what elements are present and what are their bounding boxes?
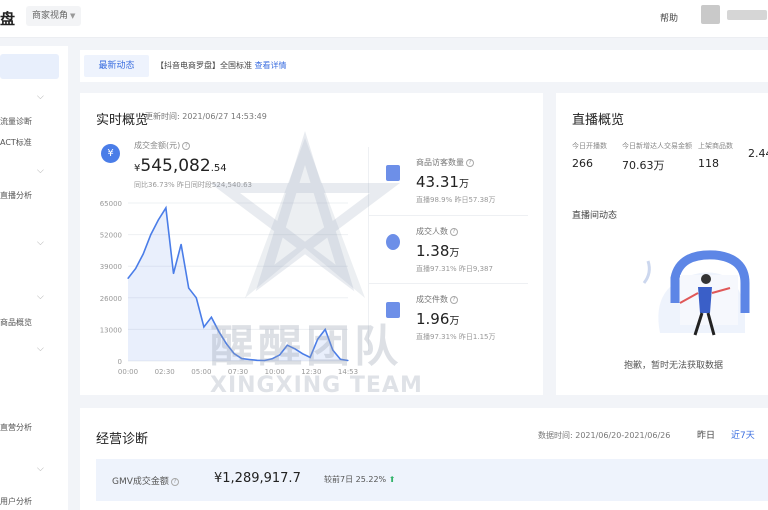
live-stat: 今日开播数 266 bbox=[572, 142, 607, 170]
chevron-down-icon: ▼ bbox=[70, 12, 76, 20]
live-stat: 2.44 bbox=[748, 147, 768, 160]
help-icon[interactable]: ? bbox=[450, 295, 458, 304]
sidebar-item-active[interactable] bbox=[0, 54, 59, 79]
y-tick-label: 26000 bbox=[100, 295, 122, 303]
metric-label: 商品访客数量? bbox=[416, 157, 474, 168]
buyer-icon bbox=[386, 234, 400, 250]
chevron-down-icon[interactable]: ⌵ bbox=[37, 166, 44, 176]
live-dynamics-title: 直播间动态 bbox=[572, 211, 618, 221]
metric-subtext: 直播98.9% 昨日57.38万 bbox=[416, 196, 496, 204]
update-time: 更新时间: 2021/06/27 14:53:49 bbox=[145, 112, 267, 121]
help-icon[interactable]: ? bbox=[466, 158, 474, 167]
help-link[interactable]: 帮助 bbox=[660, 11, 678, 24]
data-point bbox=[203, 326, 205, 328]
data-point bbox=[180, 243, 182, 245]
last-7-days-button[interactable]: 近7天 bbox=[731, 428, 755, 441]
chevron-down-icon[interactable]: ⌵ bbox=[37, 292, 44, 302]
data-point bbox=[195, 297, 197, 299]
shop-selector-label: 商家视角 bbox=[32, 11, 69, 21]
shop-selector[interactable]: 商家视角 ▼ bbox=[26, 6, 82, 26]
diag-gmv-label: GMV成交金额? bbox=[112, 474, 179, 487]
metric-value: 1.96万 bbox=[416, 310, 460, 328]
help-icon[interactable]: ? bbox=[450, 227, 458, 236]
gmv-subtext: 同比36.73% 昨日同时段524,540.63 bbox=[134, 181, 252, 189]
logo-text: 盘 bbox=[0, 10, 16, 28]
realtime-title: 实时概览 bbox=[96, 113, 149, 128]
live-title: 直播概览 bbox=[572, 113, 625, 128]
x-tick-label: 02:30 bbox=[155, 368, 175, 376]
sidebar-item-traffic[interactable]: 流量诊断 bbox=[0, 116, 32, 127]
watermark-cn: 醒醒团队 bbox=[210, 321, 402, 372]
metric-subtext: 直播97.31% 昨日9,387 bbox=[416, 265, 493, 273]
sidebar-item-act[interactable]: ACT标准 bbox=[0, 137, 32, 148]
x-tick-label: 05:00 bbox=[191, 368, 211, 376]
diag-compare: 较前7日 25.22% ⬆ bbox=[324, 475, 396, 484]
sidebar: ⌵ 流量诊断 ACT标准 ⌵ 直播分析 ⌵ ⌵ 商品概览 ⌵ 直营分析 ⌵ 用户… bbox=[0, 46, 68, 510]
metric-visitors: 商品访客数量? 43.31万 直播98.9% 昨日57.38万 bbox=[368, 147, 528, 215]
data-point bbox=[127, 277, 129, 279]
business-diagnosis-card: 经营诊断 数据时间: 2021/06/20-2021/06/26 昨日 近7天 … bbox=[80, 408, 768, 510]
visitor-icon bbox=[386, 165, 400, 181]
metric-label: 成交件数? bbox=[416, 294, 458, 305]
data-point bbox=[172, 272, 175, 275]
y-tick-label: 52000 bbox=[100, 232, 122, 240]
data-point bbox=[157, 219, 159, 221]
live-empty-text: 抱歉，暂时无法获取数据 bbox=[624, 361, 724, 371]
gmv-diagnosis-row: GMV成交金额? ¥1,289,917.7 较前7日 25.22% ⬆ bbox=[96, 459, 768, 501]
yuan-icon: ¥ bbox=[101, 144, 120, 163]
username-blurred[interactable] bbox=[727, 10, 767, 20]
data-point bbox=[165, 207, 167, 209]
sidebar-item-live[interactable]: 直播分析 bbox=[0, 190, 32, 201]
y-tick-label: 39000 bbox=[100, 263, 122, 271]
live-stat: 今日新增达人交易金额 70.63万 bbox=[622, 142, 692, 172]
gmv-value: ¥545,082.54 bbox=[134, 156, 227, 176]
notice-text: 【抖音电商罗盘】全国标准 查看详情 bbox=[156, 61, 287, 70]
top-bar: 盘 商家视角 ▼ 帮助 bbox=[0, 0, 768, 38]
sidebar-item-direct[interactable]: 直营分析 bbox=[0, 422, 32, 433]
chevron-down-icon[interactable]: ⌵ bbox=[37, 92, 44, 102]
data-point bbox=[134, 268, 137, 270]
y-tick-label: 65000 bbox=[100, 200, 122, 208]
chevron-down-icon[interactable]: ⌵ bbox=[37, 238, 44, 248]
help-icon[interactable]: ? bbox=[182, 141, 191, 150]
empty-illustration bbox=[642, 250, 750, 336]
yesterday-button[interactable]: 昨日 bbox=[697, 428, 715, 441]
chevron-down-icon[interactable]: ⌵ bbox=[37, 464, 44, 474]
data-point bbox=[188, 287, 190, 289]
diag-gmv-value: ¥1,289,917.7 bbox=[214, 471, 301, 486]
watermark-en: XINGXING TEAM bbox=[210, 373, 423, 398]
sidebar-item-product[interactable]: 商品概览 bbox=[0, 317, 32, 328]
data-point bbox=[142, 253, 144, 255]
notice-tab[interactable]: 最新动态 bbox=[84, 55, 149, 77]
gmv-label: 成交金额(元)? bbox=[134, 140, 191, 151]
metric-buyers: 成交人数? 1.38万 直播97.31% 昨日9,387 bbox=[368, 215, 528, 283]
live-stats: 今日开播数266 今日新增达人交易金额70.63万 上架商品数118 2.44 bbox=[572, 141, 768, 181]
x-tick-label: 00:00 bbox=[118, 368, 138, 376]
live-overview-card: 直播概览 今日开播数 266 今日新增达人交易金额 70.63万 上架商品数 118 … bbox=[556, 93, 768, 395]
arrow-up-icon: ⬆ bbox=[388, 475, 396, 484]
notice-bar: 最新动态 【抖音电商罗盘】全国标准 查看详情 bbox=[80, 50, 768, 82]
metric-value: 1.38万 bbox=[416, 242, 460, 260]
y-tick-label: 13000 bbox=[100, 326, 122, 334]
metric-label: 成交人数? bbox=[416, 226, 458, 237]
diagnosis-date-range: 数据时间: 2021/06/20-2021/06/26 bbox=[538, 431, 671, 440]
help-icon[interactable]: ? bbox=[170, 477, 179, 486]
avatar[interactable] bbox=[701, 5, 720, 24]
metric-subtext: 直播97.31% 昨日1.15万 bbox=[416, 333, 496, 341]
metric-value: 43.31万 bbox=[416, 173, 469, 191]
live-stat: 上架商品数 118 bbox=[698, 142, 733, 170]
sidebar-item-user[interactable]: 用户分析 bbox=[0, 496, 32, 507]
data-point bbox=[150, 234, 152, 236]
diagnosis-title: 经营诊断 bbox=[96, 432, 149, 447]
y-tick-label: 0 bbox=[118, 358, 122, 366]
chevron-down-icon[interactable]: ⌵ bbox=[37, 344, 44, 354]
notice-link[interactable]: 查看详情 bbox=[255, 61, 287, 70]
